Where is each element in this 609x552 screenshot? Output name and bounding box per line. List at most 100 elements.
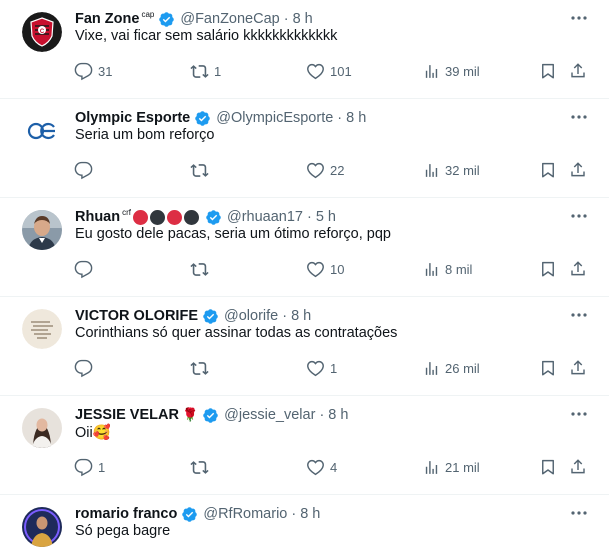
retweet-button[interactable] xyxy=(190,159,214,181)
tweet[interactable]: romario franco @RfRomario · 8 h Só pega … xyxy=(0,495,609,552)
views-button[interactable]: 26 mil xyxy=(423,357,480,379)
reply-icon xyxy=(74,260,93,279)
handwritten-note-avatar[interactable] xyxy=(22,309,62,349)
views-button[interactable]: 39 mil xyxy=(423,60,480,82)
tweet[interactable]: JESSIE VELAR 🌹 @jessie_velar · 8 h Oii🥰 … xyxy=(0,396,609,495)
verified-badge-icon xyxy=(194,110,211,127)
retweet-icon xyxy=(190,161,209,180)
retweet-button[interactable] xyxy=(190,357,214,379)
more-icon[interactable] xyxy=(569,208,589,224)
like-count: 101 xyxy=(330,63,352,79)
retweet-icon xyxy=(190,62,209,81)
like-button[interactable]: 101 xyxy=(306,60,352,82)
more-icon[interactable] xyxy=(569,406,589,422)
share-button[interactable] xyxy=(569,357,587,379)
reply-button[interactable] xyxy=(74,258,98,280)
timestamp[interactable]: 8 h xyxy=(300,506,320,522)
timestamp[interactable]: 5 h xyxy=(316,209,336,225)
more-icon[interactable] xyxy=(569,505,589,521)
display-name[interactable]: Olympic Esporte xyxy=(75,110,190,126)
share-button[interactable] xyxy=(569,258,587,280)
like-count: 4 xyxy=(330,459,338,475)
svg-text:C: C xyxy=(40,29,45,35)
heart-icon xyxy=(306,359,325,378)
reply-button[interactable] xyxy=(74,357,98,379)
reply-button[interactable] xyxy=(74,159,98,181)
view-count: 32 mil xyxy=(445,162,480,178)
bookmark-icon xyxy=(539,458,557,476)
person-photo-avatar[interactable] xyxy=(22,408,62,448)
like-button[interactable]: 1 xyxy=(306,357,337,379)
reply-icon xyxy=(74,62,93,81)
action-bar: 1 26 mil xyxy=(0,357,609,379)
reply-button[interactable]: 1 xyxy=(74,456,105,478)
black-circle-icon xyxy=(150,209,165,225)
retweet-icon xyxy=(190,458,209,477)
bookmark-button[interactable] xyxy=(539,456,557,478)
retweet-button[interactable] xyxy=(190,258,214,280)
retweet-button[interactable] xyxy=(190,456,214,478)
retweet-button[interactable]: 1 xyxy=(190,60,221,82)
views-icon xyxy=(423,360,440,377)
action-bar: 22 32 mil xyxy=(0,159,609,181)
handle[interactable]: @rhuaan17 xyxy=(227,209,303,225)
like-button[interactable]: 10 xyxy=(306,258,344,280)
display-name[interactable]: VICTOR OLORIFE xyxy=(75,308,198,324)
more-icon[interactable] xyxy=(569,109,589,125)
more-icon[interactable] xyxy=(569,307,589,323)
handle[interactable]: @jessie_velar xyxy=(224,407,315,423)
bookmark-button[interactable] xyxy=(539,258,557,280)
verified-badge-icon xyxy=(181,506,198,523)
share-button[interactable] xyxy=(569,159,587,181)
black-circle-icon xyxy=(184,209,199,225)
person-photo-avatar[interactable] xyxy=(22,210,62,250)
tweet-text: Corinthians só quer assinar todas as con… xyxy=(75,325,398,341)
views-button[interactable]: 32 mil xyxy=(423,159,480,181)
timestamp[interactable]: 8 h xyxy=(328,407,348,423)
display-name[interactable]: Rhuan xyxy=(75,209,120,225)
heart-icon xyxy=(306,458,325,477)
share-button[interactable] xyxy=(569,60,587,82)
verified-badge-icon xyxy=(202,407,219,424)
tweet-text: Seria um bom reforço xyxy=(75,127,215,143)
club-crest-avatar[interactable]: C xyxy=(22,12,62,52)
tweet[interactable]: Rhuan crf @rhuaan17 · 5 h Eu gosto dele … xyxy=(0,198,609,297)
bookmark-button[interactable] xyxy=(539,159,557,181)
share-button[interactable] xyxy=(569,456,587,478)
handle[interactable]: @FanZoneCap xyxy=(180,11,279,27)
timestamp[interactable]: 8 h xyxy=(293,11,313,27)
bookmark-button[interactable] xyxy=(539,357,557,379)
tweet[interactable]: C Fan Zone cap @FanZoneCap · 8 h Vixe, v… xyxy=(0,0,609,99)
handle[interactable]: @olorife xyxy=(224,308,278,324)
tweet-text: Eu gosto dele pacas, seria um ótimo refo… xyxy=(75,226,391,242)
tweet[interactable]: Olympic Esporte @OlympicEsporte · 8 h Se… xyxy=(0,99,609,198)
display-name[interactable]: romario franco xyxy=(75,506,177,522)
person-photo-avatar[interactable] xyxy=(22,507,62,547)
bookmark-icon xyxy=(539,260,557,278)
handle[interactable]: @RfRomario xyxy=(203,506,287,522)
oe-logo-avatar[interactable] xyxy=(22,111,62,151)
display-name[interactable]: JESSIE VELAR xyxy=(75,407,179,423)
timestamp[interactable]: 8 h xyxy=(346,110,366,126)
views-button[interactable]: 8 mil xyxy=(423,258,472,280)
share-icon xyxy=(569,62,587,80)
bookmark-button[interactable] xyxy=(539,60,557,82)
separator-dot: · xyxy=(291,506,297,522)
views-icon xyxy=(423,63,440,80)
tweet[interactable]: VICTOR OLORIFE @olorife · 8 h Corinthian… xyxy=(0,297,609,396)
view-count: 26 mil xyxy=(445,360,480,376)
like-button[interactable]: 22 xyxy=(306,159,344,181)
views-icon xyxy=(423,162,440,179)
views-button[interactable]: 21 mil xyxy=(423,456,480,478)
handle[interactable]: @OlympicEsporte xyxy=(216,110,333,126)
like-button[interactable]: 4 xyxy=(306,456,337,478)
timestamp[interactable]: 8 h xyxy=(291,308,311,324)
display-name[interactable]: Fan Zone xyxy=(75,11,139,27)
tweet-text: Só pega bagre xyxy=(75,523,171,539)
reply-button[interactable]: 31 xyxy=(74,60,112,82)
separator-dot: · xyxy=(319,407,325,423)
reply-feed: C Fan Zone cap @FanZoneCap · 8 h Vixe, v… xyxy=(0,0,609,552)
action-bar: 1 4 21 mil xyxy=(0,456,609,478)
more-icon[interactable] xyxy=(569,10,589,26)
bookmark-icon xyxy=(539,62,557,80)
